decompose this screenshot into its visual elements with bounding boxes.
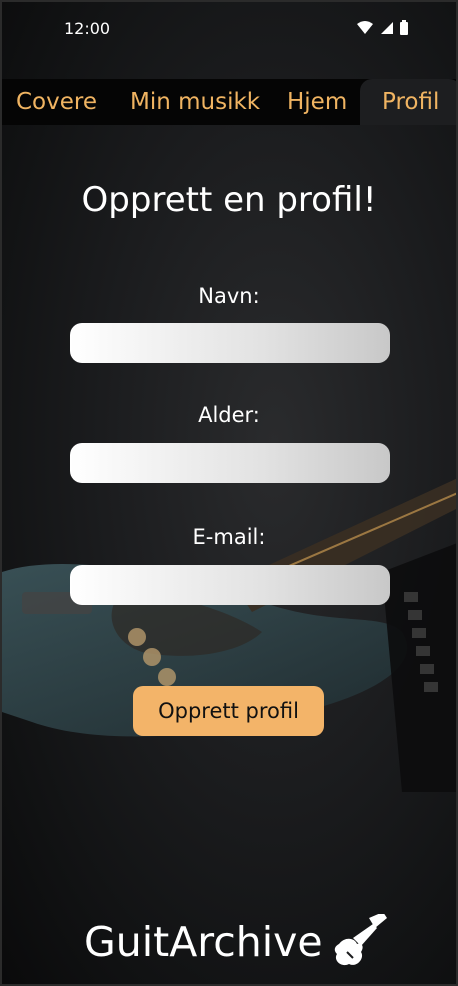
signal-icon — [381, 21, 393, 34]
page-title: Opprett en profil! — [81, 180, 377, 220]
name-label: Navn: — [198, 284, 260, 308]
name-field[interactable] — [70, 323, 390, 363]
wifi-icon — [357, 20, 373, 34]
status-time: 12:00 — [64, 19, 111, 38]
tab-bar: Covere Min musikk Hjem Profil — [2, 79, 456, 125]
phone-screen: 12:00 Covere Min musikk Hjem Profil Oppr… — [0, 0, 458, 986]
brand-logo: GuitArchive — [84, 914, 387, 970]
status-icons — [356, 20, 408, 35]
guitar-icon — [334, 914, 387, 966]
age-label: Alder: — [198, 403, 260, 427]
brand-name: GuitArchive — [84, 918, 323, 966]
guitar-background-image — [2, 478, 456, 792]
age-field[interactable] — [70, 443, 390, 483]
tab-profil[interactable]: Profil — [360, 79, 456, 125]
email-field[interactable] — [70, 565, 390, 605]
email-label: E-mail: — [192, 525, 266, 549]
battery-icon — [400, 20, 408, 35]
tab-min-musikk[interactable]: Min musikk — [130, 79, 260, 125]
tab-covere[interactable]: Covere — [16, 79, 97, 125]
create-profile-button[interactable]: Opprett profil — [133, 686, 324, 736]
status-bar: 12:00 — [2, 2, 456, 54]
tab-hjem[interactable]: Hjem — [287, 79, 347, 125]
